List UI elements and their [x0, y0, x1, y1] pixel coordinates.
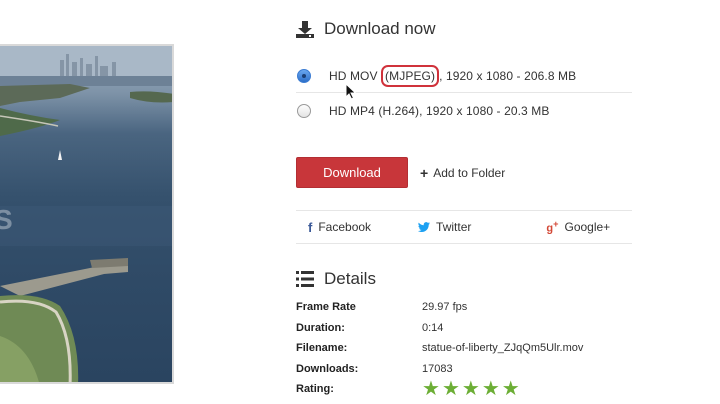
download-title: Download now: [324, 19, 436, 38]
detail-row-frame-rate: Frame Rate 29.97 fps: [296, 297, 632, 318]
detail-row-duration: Duration: 0:14: [296, 318, 632, 339]
plus-icon: +: [420, 164, 429, 181]
detail-value: 29.97 fps: [422, 301, 468, 314]
share-twitter-link[interactable]: Twitter: [418, 220, 471, 234]
video-preview-image[interactable]: S: [0, 44, 174, 384]
star-icon[interactable]: ★: [422, 379, 440, 399]
download-section-header: Download now: [296, 19, 436, 39]
detail-key: Frame Rate: [296, 301, 356, 314]
list-icon: [296, 271, 314, 287]
facebook-label: Facebook: [318, 220, 372, 234]
share-facebook-link[interactable]: f Facebook: [308, 220, 371, 235]
format-label-mp4: HD MP4 (H.264), 1920 x 1080 - 20.3 MB: [329, 104, 550, 118]
twitter-label: Twitter: [436, 220, 472, 234]
detail-value: statue-of-liberty_ZJqQm5Ulr.mov: [422, 342, 584, 355]
detail-key: Downloads:: [296, 362, 359, 375]
detail-row-filename: Filename: statue-of-liberty_ZJqQm5Ulr.mo…: [296, 338, 632, 359]
details-section-header: Details: [296, 269, 376, 289]
googleplus-icon: g+: [546, 219, 559, 235]
format-details: , 1920 x 1080 - 206.8 MB: [439, 68, 577, 83]
format-label-mov: HD MOV (MJPEG), 1920 x 1080 - 206.8 MB: [329, 64, 577, 87]
star-icon[interactable]: ★: [462, 379, 480, 399]
add-to-folder-label: Add to Folder: [433, 165, 506, 180]
share-googleplus-link[interactable]: g+ Google+: [546, 219, 610, 235]
detail-key: Rating:: [296, 383, 334, 396]
detail-value: 0:14: [422, 321, 444, 334]
codec-highlight: (MJPEG): [381, 64, 440, 87]
aerial-harbor-illustration: [0, 46, 172, 382]
download-button[interactable]: Download: [296, 157, 408, 188]
radio-mp4[interactable]: [297, 104, 311, 118]
details-title: Details: [324, 269, 376, 288]
detail-row-downloads: Downloads: 17083: [296, 359, 632, 380]
details-table: Frame Rate 29.97 fps Duration: 0:14 File…: [296, 297, 632, 400]
facebook-icon: f: [308, 219, 313, 235]
mouse-cursor-icon: [345, 83, 357, 100]
format-name: HD MOV: [329, 68, 378, 83]
googleplus-label: Google+: [564, 220, 611, 234]
star-icon[interactable]: ★: [482, 379, 500, 399]
radio-mov[interactable]: [297, 68, 311, 83]
download-icon: [296, 21, 314, 38]
detail-key: Filename:: [296, 342, 348, 355]
star-icon[interactable]: ★: [442, 379, 460, 399]
add-to-folder-link[interactable]: + Add to Folder: [420, 165, 505, 181]
preview-overlay-text: S: [0, 204, 13, 236]
rating-stars[interactable]: ★ ★ ★ ★ ★: [422, 379, 522, 399]
twitter-icon: [418, 222, 431, 232]
detail-row-rating: Rating: ★ ★ ★ ★ ★: [296, 379, 632, 400]
star-icon[interactable]: ★: [502, 379, 520, 399]
share-bar: f Facebook Twitter g+ Google+: [296, 210, 632, 244]
download-actions: Download + Add to Folder: [296, 157, 505, 188]
detail-key: Duration:: [296, 321, 345, 334]
detail-value: 17083: [422, 362, 453, 375]
